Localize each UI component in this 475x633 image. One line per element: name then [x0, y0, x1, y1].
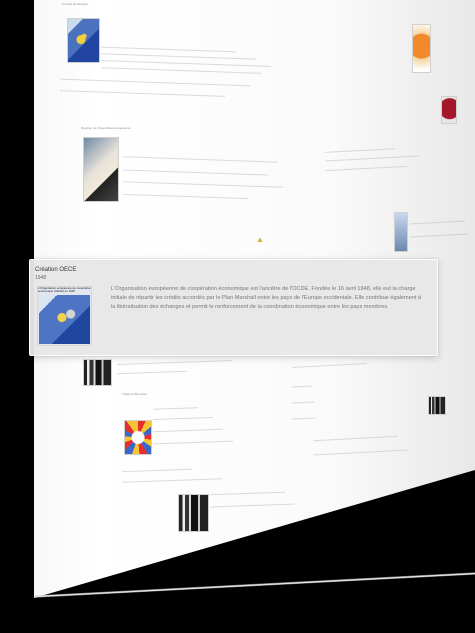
popup-title: Création OECE — [35, 267, 77, 273]
popup-description: L'Organisation européenne de coopération… — [111, 286, 422, 310]
timeline-axis[interactable] — [34, 530, 475, 600]
orange-poster-thumbnail[interactable] — [412, 24, 431, 73]
top-item-label: Conseil de l'Europe — [62, 2, 88, 6]
black-white-photo-thumbnail[interactable] — [83, 359, 112, 386]
treaty-title: Traité de Bruxelles — [122, 392, 147, 396]
europe-map-image — [39, 295, 90, 344]
pin-icon: ▲ — [256, 235, 264, 244]
assembly-photo-thumbnail[interactable] — [83, 137, 119, 202]
europe-map-thumbnail[interactable] — [67, 18, 100, 63]
crowd-photo-thumbnail[interactable] — [178, 494, 209, 532]
map-caption: L'Organisation européenne de coopération… — [38, 286, 91, 293]
oece-map-thumbnail[interactable]: L'Organisation européenne de coopération… — [37, 286, 92, 346]
small-photo-thumbnail[interactable] — [428, 396, 446, 415]
perspective-page: Conseil de l'Europe Réunion de l'Assembl… — [0, 0, 475, 633]
red-map-thumbnail[interactable] — [441, 96, 457, 124]
blue-photo-thumbnail[interactable] — [394, 212, 408, 252]
event-detail-popup[interactable]: Création OECE 1948 L'Organisation europé… — [29, 259, 438, 356]
assembly-title: Réunion de l'Assemblée Européenne — [81, 126, 131, 130]
colored-poster-thumbnail[interactable] — [124, 420, 152, 455]
popup-year: 1948 — [35, 275, 47, 281]
